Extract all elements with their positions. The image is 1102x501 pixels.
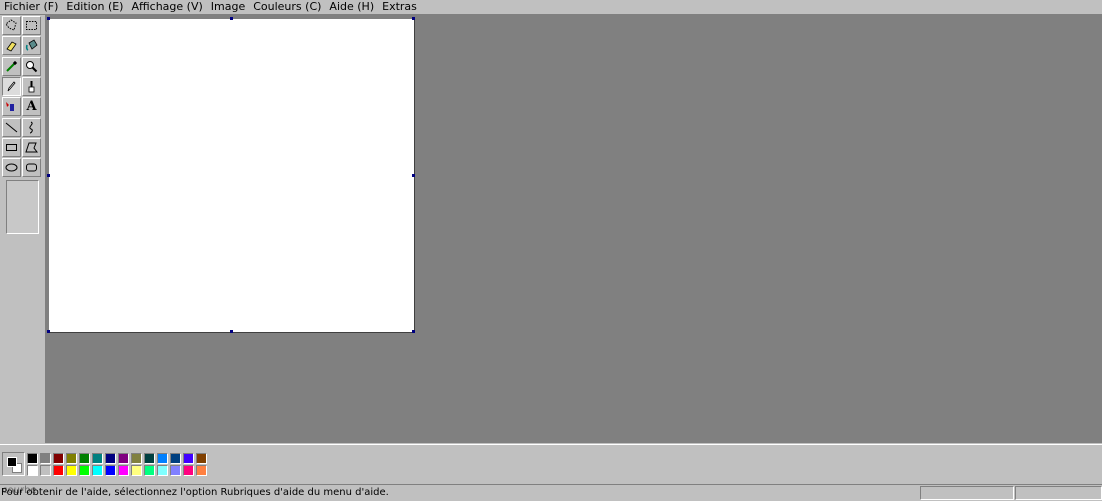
pencil-icon bbox=[5, 80, 18, 93]
palette-swatch[interactable] bbox=[40, 465, 51, 476]
status-panel-position bbox=[920, 486, 1014, 500]
tool-rounded-rect[interactable] bbox=[22, 158, 41, 178]
menu-bar: Fichier (F) Edition (E) Affichage (V) Image… bbox=[0, 0, 1102, 15]
tool-polygon[interactable] bbox=[22, 137, 41, 157]
eraser-icon bbox=[5, 39, 18, 52]
palette-swatch[interactable] bbox=[131, 453, 142, 464]
status-bar: courbe Pour obtenir de l'aide, sélection… bbox=[0, 484, 1102, 501]
curve-icon bbox=[25, 121, 38, 134]
free-select-icon bbox=[5, 19, 18, 32]
tool-fill[interactable] bbox=[22, 36, 41, 56]
menu-view[interactable]: Affichage (V) bbox=[127, 0, 206, 14]
tool-text[interactable]: A bbox=[22, 97, 41, 117]
menu-label: Extras bbox=[382, 0, 417, 13]
palette-swatch[interactable] bbox=[105, 465, 116, 476]
menu-shortcut: (V) bbox=[186, 0, 203, 13]
palette-swatch[interactable] bbox=[157, 465, 168, 476]
canvas-resize-handle[interactable] bbox=[229, 17, 233, 20]
menu-shortcut: (C) bbox=[305, 0, 322, 13]
tool-curve[interactable] bbox=[22, 117, 41, 137]
tool-airbrush[interactable] bbox=[2, 97, 21, 117]
current-colors-indicator[interactable] bbox=[2, 452, 25, 476]
canvas-resize-handle[interactable] bbox=[47, 17, 50, 20]
menu-image[interactable]: Image bbox=[207, 0, 249, 14]
palette-swatch[interactable] bbox=[170, 453, 181, 464]
palette-swatch[interactable] bbox=[66, 465, 77, 476]
color-palette-bar bbox=[0, 444, 1102, 483]
text-icon: A bbox=[26, 99, 37, 115]
tool-rect-select[interactable] bbox=[22, 16, 41, 35]
palette-swatch[interactable] bbox=[196, 453, 207, 464]
canvas-resize-handle[interactable] bbox=[412, 17, 415, 20]
menu-shortcut: (F) bbox=[43, 0, 59, 13]
palette-swatch[interactable] bbox=[66, 453, 77, 464]
palette-swatch[interactable] bbox=[118, 453, 129, 464]
menu-shortcut: (H) bbox=[357, 0, 375, 13]
tool-magnifier[interactable] bbox=[22, 56, 41, 76]
canvas-resize-handle[interactable] bbox=[47, 173, 50, 177]
menu-shortcut: (E) bbox=[107, 0, 124, 13]
ellipse-icon bbox=[5, 161, 18, 174]
palette-swatch[interactable] bbox=[183, 453, 194, 464]
menu-help[interactable]: Aide (H) bbox=[325, 0, 378, 14]
palette-swatch[interactable] bbox=[131, 465, 142, 476]
palette-swatch[interactable] bbox=[196, 465, 207, 476]
tool-pencil[interactable] bbox=[2, 76, 21, 96]
menu-label: Fichier bbox=[4, 0, 40, 13]
menu-colors[interactable]: Couleurs (C) bbox=[249, 0, 325, 14]
palette-swatch[interactable] bbox=[40, 453, 51, 464]
polygon-icon bbox=[25, 141, 38, 154]
tool-box: A bbox=[0, 15, 46, 443]
eyedropper-icon bbox=[5, 60, 18, 73]
menu-extras[interactable]: Extras bbox=[378, 0, 421, 14]
palette-swatch[interactable] bbox=[79, 453, 90, 464]
palette-swatch[interactable] bbox=[92, 465, 103, 476]
drawing-canvas[interactable] bbox=[47, 17, 415, 333]
tool-color-picker[interactable] bbox=[2, 56, 21, 76]
rectangle-icon bbox=[5, 141, 18, 154]
airbrush-icon bbox=[5, 100, 18, 113]
tool-free-select[interactable] bbox=[2, 16, 21, 35]
magnifier-icon bbox=[25, 60, 38, 73]
palette-swatch[interactable] bbox=[53, 453, 64, 464]
palette-swatch[interactable] bbox=[79, 465, 90, 476]
canvas-workspace bbox=[46, 15, 1102, 443]
tool-options-panel[interactable] bbox=[6, 180, 39, 234]
menu-label: Affichage bbox=[131, 0, 184, 13]
menu-label: Couleurs bbox=[253, 0, 302, 13]
menu-file[interactable]: Fichier (F) bbox=[0, 0, 62, 14]
palette-swatch[interactable] bbox=[157, 453, 168, 464]
palette-swatch[interactable] bbox=[144, 465, 155, 476]
tool-line[interactable] bbox=[2, 117, 21, 137]
canvas-resize-handle[interactable] bbox=[412, 330, 415, 333]
menu-label: Aide bbox=[329, 0, 354, 13]
tool-rectangle[interactable] bbox=[2, 137, 21, 157]
palette-swatch[interactable] bbox=[27, 453, 38, 464]
brush-icon bbox=[25, 80, 38, 93]
rounded-rectangle-icon bbox=[25, 161, 38, 174]
palette-swatch[interactable] bbox=[144, 453, 155, 464]
palette-swatch[interactable] bbox=[27, 465, 38, 476]
palette-swatch[interactable] bbox=[53, 465, 64, 476]
canvas-resize-handle[interactable] bbox=[229, 330, 233, 333]
tool-eraser[interactable] bbox=[2, 36, 21, 56]
menu-label: Image bbox=[210, 0, 246, 13]
line-icon bbox=[5, 121, 18, 134]
menu-edit[interactable]: Edition (E) bbox=[62, 0, 127, 14]
tool-brush[interactable] bbox=[22, 76, 41, 96]
canvas-resize-handle[interactable] bbox=[47, 330, 50, 333]
paint-bucket-icon bbox=[25, 39, 38, 52]
foreground-color-swatch bbox=[7, 457, 17, 467]
palette-swatch[interactable] bbox=[118, 465, 129, 476]
status-message: Pour obtenir de l'aide, sélectionnez l'o… bbox=[1, 487, 389, 498]
palette-swatch[interactable] bbox=[170, 465, 181, 476]
palette-swatch[interactable] bbox=[105, 453, 116, 464]
menu-label: Edition bbox=[66, 0, 105, 13]
tool-ellipse[interactable] bbox=[2, 158, 21, 178]
palette-swatch[interactable] bbox=[92, 453, 103, 464]
canvas-resize-handle[interactable] bbox=[412, 173, 415, 177]
palette-swatch[interactable] bbox=[183, 465, 194, 476]
status-panel-size bbox=[1015, 486, 1102, 500]
rect-select-icon bbox=[25, 19, 38, 32]
